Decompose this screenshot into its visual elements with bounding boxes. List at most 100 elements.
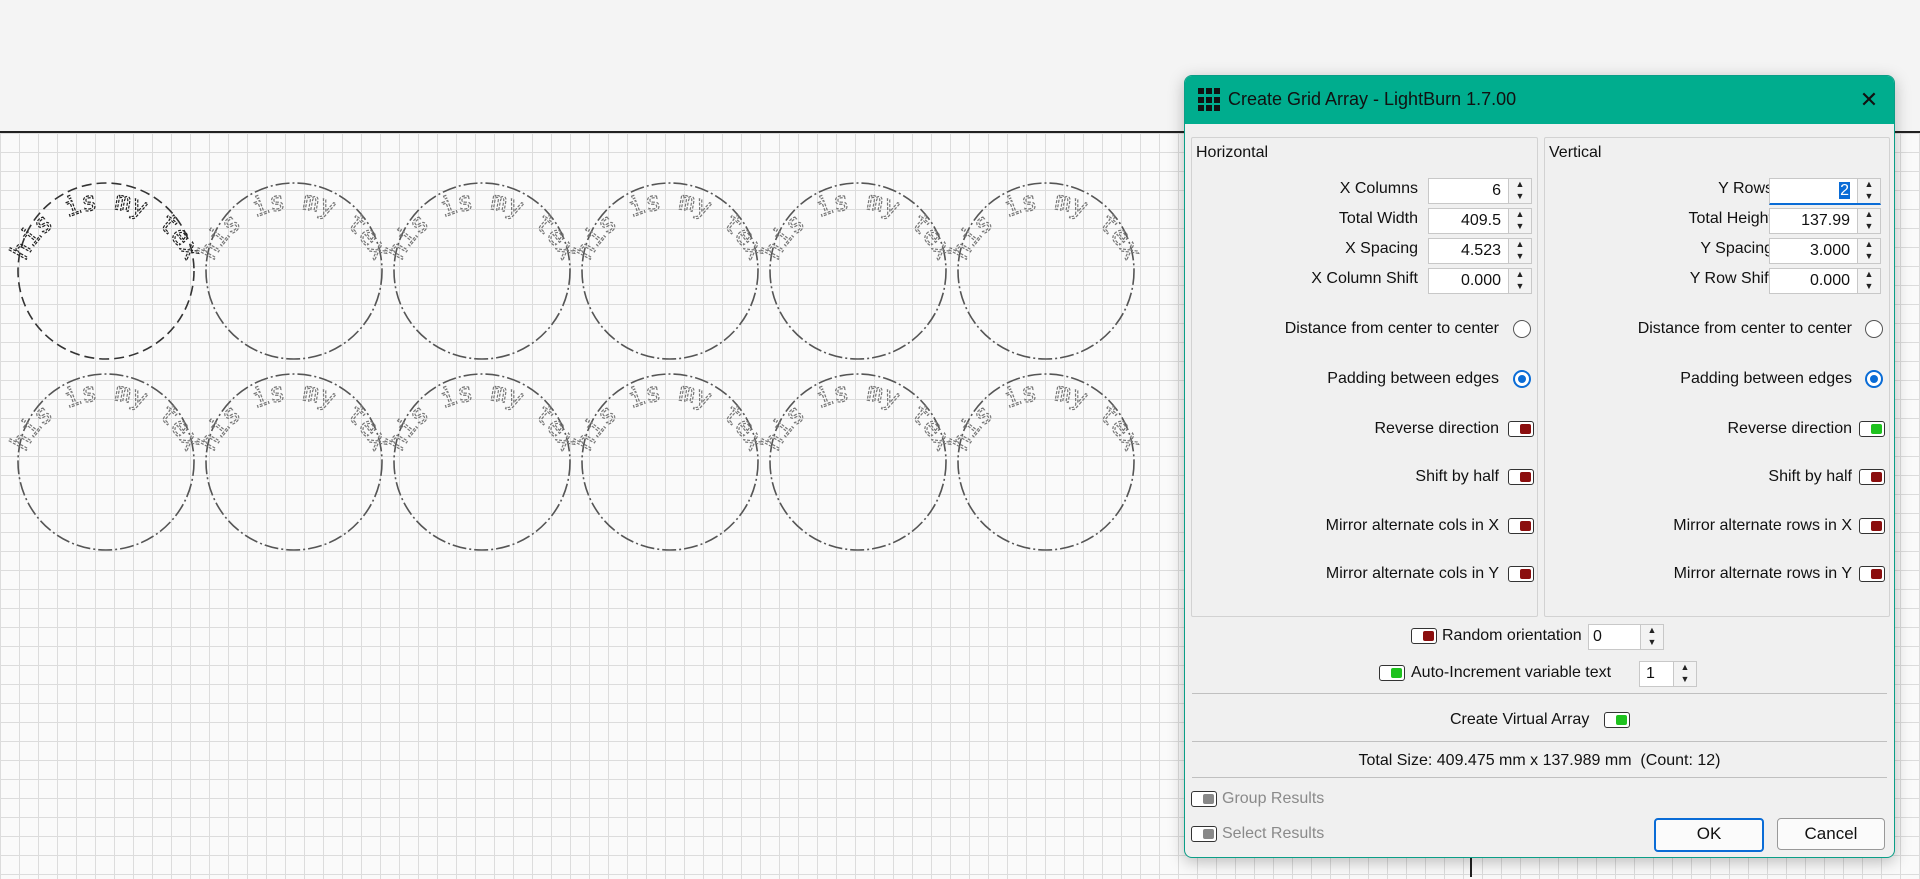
down-arrow-icon: ▼ [1864,251,1874,261]
down-arrow-icon: ▼ [1864,191,1874,201]
auto-increment-toggle[interactable] [1379,665,1405,681]
array-item[interactable]: This is my text [0,150,960,360]
y-row-shift-stepper[interactable]: ▲ ▼ [1857,269,1880,293]
v-mirror-y-label: Mirror alternate rows in Y [1673,565,1852,582]
up-arrow-icon: ▲ [1515,269,1525,279]
vertical-group: Vertical Y Rows 2 ▲ ▼ Total Height 137.99… [1544,137,1890,617]
x-column-shift-spinbox[interactable]: 0.000 ▲ ▼ [1428,268,1532,294]
down-arrow-icon: ▼ [1515,191,1525,201]
x-spacing-stepper[interactable]: ▲ ▼ [1508,239,1531,263]
down-arrow-icon: ▼ [1515,221,1525,231]
h-mirror-x-label: Mirror alternate cols in X [1325,517,1499,534]
auto-increment-spinbox[interactable]: 1 ▲ ▼ [1639,661,1697,687]
auto-increment-value[interactable]: 1 [1640,662,1672,686]
v-mirror-x-toggle[interactable] [1859,518,1885,534]
v-reverse-direction-toggle[interactable] [1859,421,1885,437]
title-bar[interactable]: Create Grid Array - LightBurn 1.7.00 ✕ [1185,76,1894,124]
virtual-array-label: Create Virtual Array [1450,711,1590,728]
y-row-shift-spinbox[interactable]: 0.000 ▲ ▼ [1769,268,1881,294]
v-distance-center-radio[interactable] [1865,320,1883,338]
y-rows-value[interactable]: 2 [1770,179,1856,203]
up-arrow-icon: ▲ [1515,209,1525,219]
v-reverse-direction-label: Reverse direction [1727,420,1853,437]
grid-array-icon [1198,88,1222,112]
close-button[interactable]: ✕ [1844,76,1894,124]
total-height-stepper[interactable]: ▲ ▼ [1857,209,1880,233]
up-arrow-icon: ▲ [1647,625,1657,635]
up-arrow-icon: ▲ [1515,239,1525,249]
y-spacing-spinbox[interactable]: 3.000 ▲ ▼ [1769,238,1881,264]
y-spacing-stepper[interactable]: ▲ ▼ [1857,239,1880,263]
v-padding-edges-label: Padding between edges [1680,370,1852,387]
total-height-spinbox[interactable]: 137.99 ▲ ▼ [1769,208,1881,234]
total-width-value[interactable]: 409.5 [1429,209,1507,233]
v-shift-half-toggle[interactable] [1859,469,1885,485]
y-spacing-label: Y Spacing [1700,240,1773,257]
total-height-value[interactable]: 137.99 [1770,209,1856,233]
down-arrow-icon: ▼ [1680,674,1690,684]
v-padding-edges-radio[interactable] [1865,370,1883,388]
ok-button[interactable]: OK [1654,818,1764,852]
v-mirror-x-label: Mirror alternate rows in X [1673,517,1852,534]
x-columns-value[interactable]: 6 [1429,179,1507,203]
random-orientation-spinbox[interactable]: 0 ▲ ▼ [1588,624,1664,650]
down-arrow-icon: ▼ [1515,251,1525,261]
horizontal-group: Horizontal X Columns 6 ▲ ▼ Total Width 40… [1191,137,1538,617]
x-spacing-label: X Spacing [1345,240,1418,257]
array-item[interactable]: This is my text [0,150,584,360]
y-rows-spinbox[interactable]: 2 ▲ ▼ [1769,178,1881,205]
h-shift-half-toggle[interactable] [1508,469,1534,485]
group-results-label: Group Results [1222,790,1325,807]
y-spacing-value[interactable]: 3.000 [1770,239,1856,263]
down-arrow-icon: ▼ [1864,281,1874,291]
array-item[interactable]: This is my text [0,150,208,360]
total-width-spinbox[interactable]: 409.5 ▲ ▼ [1428,208,1532,234]
total-width-label: Total Width [1338,210,1418,227]
y-row-shift-value[interactable]: 0.000 [1770,269,1856,293]
curved-text: This is my text [0,150,207,265]
separator [1192,693,1887,694]
y-rows-stepper[interactable]: ▲ ▼ [1857,179,1880,203]
group-results-toggle[interactable] [1191,791,1217,807]
h-distance-center-radio[interactable] [1513,320,1531,338]
up-arrow-icon: ▲ [1864,239,1874,249]
x-columns-spinbox[interactable]: 6 ▲ ▼ [1428,178,1532,204]
v-mirror-y-toggle[interactable] [1859,566,1885,582]
x-column-shift-stepper[interactable]: ▲ ▼ [1508,269,1531,293]
random-orientation-value[interactable]: 0 [1589,625,1639,649]
down-arrow-icon: ▼ [1864,221,1874,231]
separator [1192,777,1887,778]
auto-increment-label: Auto-Increment variable text [1411,664,1612,681]
h-padding-edges-radio[interactable] [1513,370,1531,388]
total-size-readout: Total Size: 409.475 mm x 137.989 mm (Cou… [1358,752,1721,769]
x-spacing-value[interactable]: 4.523 [1429,239,1507,263]
total-height-label: Total Height [1688,210,1774,227]
y-row-shift-label: Y Row Shift [1689,270,1773,287]
dialog-title: Create Grid Array - LightBurn 1.7.00 [1228,89,1517,109]
h-reverse-direction-toggle[interactable] [1508,421,1534,437]
close-icon: ✕ [1859,87,1879,112]
create-grid-array-dialog: Create Grid Array - LightBurn 1.7.00 ✕ H… [1184,75,1895,858]
separator [1192,741,1887,742]
cancel-button[interactable]: Cancel [1777,818,1885,850]
down-arrow-icon: ▼ [1647,637,1657,647]
up-arrow-icon: ▲ [1864,209,1874,219]
h-reverse-direction-label: Reverse direction [1374,420,1500,437]
select-results-toggle[interactable] [1191,826,1217,842]
virtual-array-toggle[interactable] [1604,712,1630,728]
random-orientation-stepper[interactable]: ▲ ▼ [1640,625,1663,649]
x-spacing-spinbox[interactable]: 4.523 ▲ ▼ [1428,238,1532,264]
x-column-shift-label: X Column Shift [1311,270,1418,287]
select-results-label: Select Results [1222,825,1325,842]
x-column-shift-value[interactable]: 0.000 [1429,269,1507,293]
h-mirror-x-toggle[interactable] [1508,518,1534,534]
h-mirror-y-toggle[interactable] [1508,566,1534,582]
random-orientation-toggle[interactable] [1411,628,1437,644]
down-arrow-icon: ▼ [1515,281,1525,291]
x-columns-label: X Columns [1339,180,1418,197]
x-columns-stepper[interactable]: ▲ ▼ [1508,179,1531,203]
vertical-group-title: Vertical [1549,144,1602,161]
auto-increment-stepper[interactable]: ▲ ▼ [1673,662,1696,686]
total-width-stepper[interactable]: ▲ ▼ [1508,209,1531,233]
v-shift-half-label: Shift by half [1768,468,1852,485]
